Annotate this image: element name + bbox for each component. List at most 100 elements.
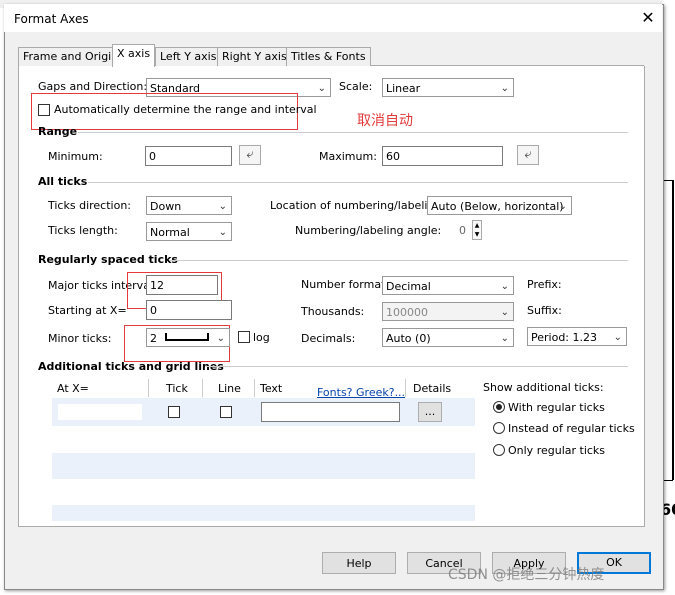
tab-titles-fonts[interactable]: Titles & Fonts [286,47,371,66]
all-ticks-separator [88,182,628,183]
number-format-select[interactable]: Decimal ⌄ [382,276,514,295]
background-graph-line [663,480,673,481]
hook-icon[interactable]: ⤶ [239,145,261,165]
chevron-down-icon: ⌄ [613,332,622,343]
regular-ticks-heading: Regularly spaced ticks [38,253,178,266]
log-checkbox[interactable] [238,331,250,343]
col-details: Details [413,382,452,395]
location-numbering-select[interactable]: Auto (Below, horizontal) ⌄ [427,196,572,215]
starting-at-input[interactable]: 0 [146,300,232,320]
close-icon[interactable]: ✕ [638,8,658,27]
chevron-down-icon: ⌄ [558,201,567,212]
auto-range-label: Automatically determine the range and in… [54,103,317,116]
radio-only-regular[interactable] [493,444,505,456]
thousands-label: Thousands: [301,305,365,318]
starting-at-label: Starting at X= [48,304,127,317]
ticks-direction-value: Down [150,200,182,213]
ticks-direction-label: Ticks direction: [48,199,131,212]
background-graph-frame [672,180,674,480]
show-additional-label: Show additional ticks: [483,381,604,394]
tab-frame-and-origin[interactable]: Frame and Origin [18,47,124,66]
line-checkbox[interactable] [220,406,232,418]
dialog-title: Format Axes [14,12,89,26]
range-separator [78,132,628,133]
details-button[interactable]: ... [418,402,442,422]
regular-ticks-separator [170,260,628,261]
tab-left-y-axis[interactable]: Left Y axis [155,47,222,66]
chevron-down-icon: ⌄ [317,83,326,94]
tick-preview-icon [165,333,209,341]
col-at-x: At X= [57,382,89,395]
at-x-input[interactable] [58,404,142,420]
period-value: Period: 1.23 [531,331,597,344]
radio-instead-of-regular[interactable] [493,422,505,434]
annotation-text: 取消自动 [357,113,413,129]
minimum-input[interactable]: 0 [145,146,232,166]
table-row [52,453,475,479]
minor-ticks-label: Minor ticks: [48,332,112,345]
additional-ticks-separator [206,366,628,367]
maximum-label: Maximum: [319,150,377,163]
col-divider [254,379,255,397]
period-select[interactable]: Period: 1.23 ⌄ [527,327,627,346]
ticks-direction-select[interactable]: Down ⌄ [146,196,232,215]
numbering-angle-value[interactable]: 0 [459,224,466,237]
number-format-label: Number format: [301,278,390,291]
spin-down-icon[interactable]: ▼ [473,230,481,239]
thousands-select[interactable]: 100000 ⌄ [382,302,514,321]
decimals-value: Auto (0) [386,332,431,345]
chevron-down-icon: ⌄ [218,201,227,212]
chevron-down-icon: ⌄ [218,227,227,238]
radio-only-regular-label: Only regular ticks [508,444,606,457]
spin-up-icon[interactable]: ▲ [473,221,481,230]
table-row [52,505,475,521]
scale-value: Linear [386,82,421,95]
ticks-length-select[interactable]: Normal ⌄ [146,222,232,241]
suffix-label: Suffix: [527,304,562,317]
chevron-down-icon: ⌄ [500,333,509,344]
dialog-titlebar [4,4,662,32]
tick-checkbox[interactable] [168,406,180,418]
angle-spinner[interactable]: ▲ ▼ [472,220,482,240]
chevron-down-icon: ⌄ [216,333,225,344]
col-text: Text [260,382,283,395]
watermark-text: CSDN @拒绝三分钟热度 [448,567,605,583]
maximum-input[interactable]: 60 [382,146,503,166]
col-divider [202,379,203,397]
scale-label: Scale: [339,80,373,93]
prefix-label: Prefix: [527,278,562,291]
minor-ticks-value: 2 [150,332,157,345]
auto-range-checkbox[interactable] [38,104,50,116]
tab-x-axis[interactable]: X axis [112,44,156,67]
minor-ticks-select[interactable]: 2 ⌄ [146,328,230,347]
chevron-down-icon: ⌄ [500,83,509,94]
additional-ticks-heading: Additional ticks and grid lines [38,360,224,373]
tab-right-y-axis[interactable]: Right Y axis [217,47,292,66]
ticks-length-label: Ticks length: [48,224,118,237]
minimum-label: Minimum: [48,150,103,163]
scale-select[interactable]: Linear ⌄ [382,78,514,97]
radio-instead-of-regular-label: Instead of regular ticks [508,422,635,435]
chevron-down-icon: ⌄ [500,307,509,318]
gaps-direction-label: Gaps and Direction: [38,80,148,93]
radio-with-regular[interactable] [493,401,505,413]
col-divider [148,379,149,397]
all-ticks-heading: All ticks [38,175,88,188]
col-tick: Tick [166,382,188,395]
hook-icon[interactable]: ⤶ [517,145,539,165]
range-heading: Range [38,125,78,138]
log-label: log [253,331,270,344]
col-line: Line [218,382,241,395]
chevron-down-icon: ⌄ [500,281,509,292]
ticks-length-value: Normal [150,226,190,239]
number-format-value: Decimal [386,280,431,293]
numbering-angle-label: Numbering/labeling angle: [295,224,442,237]
decimals-select[interactable]: Auto (0) ⌄ [382,328,514,347]
help-button[interactable]: Help [322,552,396,574]
thousands-value: 100000 [386,306,428,319]
decimals-label: Decimals: [301,332,356,345]
location-numbering-label: Location of numbering/labeling: [270,199,446,212]
location-numbering-value: Auto (Below, horizontal) [431,200,564,213]
text-input[interactable] [261,402,400,422]
radio-with-regular-label: With regular ticks [508,401,605,414]
